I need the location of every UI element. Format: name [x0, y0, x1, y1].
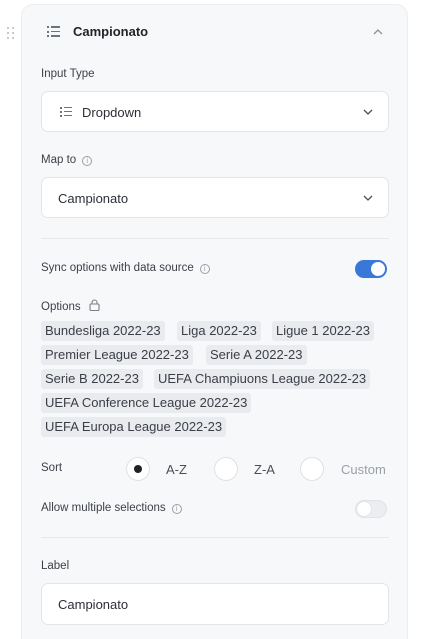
label-input-value: Campionato	[58, 597, 129, 612]
multiple-label: Allow multiple selections i	[41, 502, 182, 514]
lock-icon	[89, 299, 100, 312]
chevron-down-icon	[363, 195, 373, 201]
sort-custom-label[interactable]: Custom	[341, 462, 386, 477]
option-chip: Serie B 2022-23	[41, 369, 143, 389]
panel-header[interactable]: Campionato	[22, 5, 407, 59]
map-to-value: Campionato	[58, 191, 129, 206]
list-icon	[47, 26, 60, 37]
option-chip: Premier League 2022-23	[41, 345, 193, 365]
option-chip: Serie A 2022-23	[206, 345, 307, 365]
sort-label: Sort	[41, 462, 63, 474]
list-icon	[60, 107, 72, 117]
toggle-knob	[357, 502, 371, 516]
multiple-label-text: Allow multiple selections	[41, 502, 166, 514]
info-icon[interactable]: i	[82, 156, 93, 166]
label-field-label: Label	[41, 560, 70, 572]
option-chip: UEFA Europa League 2022-23	[41, 417, 227, 437]
field-settings-panel: Campionato Input Type Dropdown Map to i C…	[21, 4, 408, 639]
input-type-value: Dropdown	[82, 105, 142, 120]
sort-az-label[interactable]: A-Z	[166, 462, 187, 477]
chevron-down-icon	[363, 109, 373, 115]
sort-za-radio[interactable]	[214, 457, 238, 481]
sync-label: Sync options with data source i	[41, 262, 210, 274]
options-label-text: Options	[41, 301, 81, 313]
option-chip: Liga 2022-23	[177, 321, 261, 341]
map-to-label-text: Map to	[41, 154, 77, 166]
sort-custom-radio[interactable]	[300, 457, 324, 481]
drag-handle-icon[interactable]	[7, 27, 15, 39]
option-chip: Ligue 1 2022-23	[272, 321, 374, 341]
label-input[interactable]: Campionato	[41, 583, 389, 625]
chevron-up-icon[interactable]	[373, 27, 383, 37]
sort-za-label[interactable]: Z-A	[254, 462, 275, 477]
sort-az-radio[interactable]	[126, 457, 150, 481]
input-type-select[interactable]: Dropdown	[41, 91, 389, 132]
map-to-label: Map to i	[41, 154, 93, 166]
option-chip: UEFA Conference League 2022-23	[41, 393, 252, 413]
divider	[41, 238, 389, 239]
field-title: Campionato	[73, 24, 149, 39]
sync-toggle[interactable]	[355, 260, 387, 278]
info-icon[interactable]: i	[199, 264, 210, 274]
toggle-knob	[371, 262, 385, 276]
scrollbar-track[interactable]	[408, 0, 434, 639]
option-chip: UEFA Champiuons League 2022-23	[154, 369, 371, 389]
input-type-label: Input Type	[41, 68, 95, 80]
option-chip: Bundesliga 2022-23	[41, 321, 165, 341]
map-to-select[interactable]: Campionato	[41, 177, 389, 218]
sync-label-text: Sync options with data source	[41, 262, 194, 274]
divider	[41, 537, 389, 538]
multiple-toggle[interactable]	[355, 500, 387, 518]
options-label: Options	[41, 299, 100, 313]
info-icon[interactable]: i	[171, 504, 182, 514]
